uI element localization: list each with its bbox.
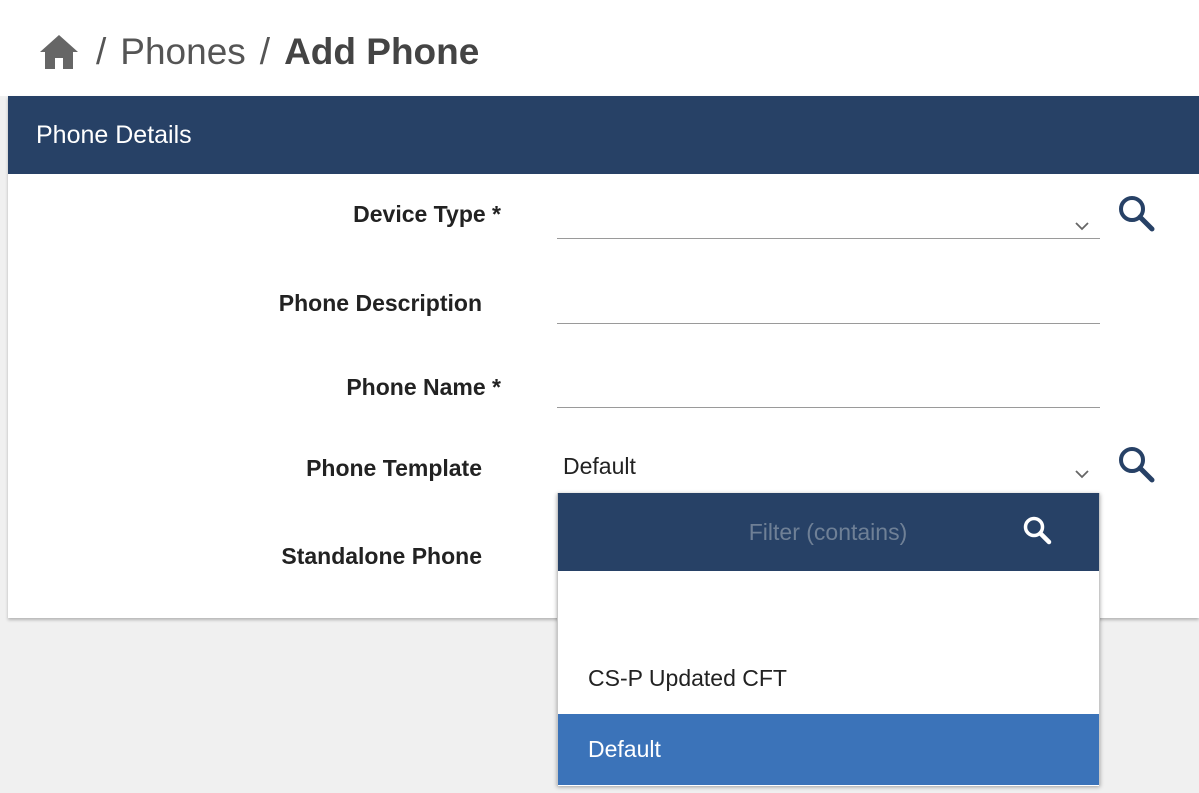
phone-template-dropdown: CS-P Updated CFT Default — [557, 493, 1100, 786]
breadcrumb-phones-link[interactable]: Phones — [120, 31, 246, 73]
search-icon[interactable] — [1020, 513, 1056, 549]
chevron-down-icon — [1075, 222, 1089, 231]
breadcrumb-separator: / — [259, 31, 271, 72]
phone-description-field[interactable] — [557, 288, 1100, 324]
standalone-phone-label: Standalone Phone — [281, 543, 482, 569]
phone-template-select[interactable]: Default — [557, 450, 1100, 486]
breadcrumb-separator: / — [96, 31, 107, 72]
phone-name-field[interactable] — [557, 372, 1100, 408]
panel-header: Phone Details — [8, 96, 1199, 174]
dropdown-option-empty[interactable] — [558, 571, 1099, 646]
phone-template-search-icon[interactable] — [1115, 443, 1159, 487]
panel-title: Phone Details — [36, 120, 192, 149]
phone-template-value: Default — [563, 453, 636, 479]
dropdown-filter-input[interactable] — [558, 493, 1010, 571]
top-bar: / Phones / Add Phone — [0, 0, 1199, 96]
device-type-select[interactable] — [557, 203, 1100, 239]
breadcrumb: / Phones / Add Phone — [38, 26, 479, 78]
dropdown-filter-bar — [558, 493, 1099, 571]
home-icon[interactable] — [38, 33, 80, 71]
dropdown-option-cs-p-updated-cft[interactable]: CS-P Updated CFT — [558, 643, 1099, 714]
device-type-label: Device Type * — [353, 201, 501, 227]
phone-template-label: Phone Template — [306, 455, 482, 481]
breadcrumb-current-page: Add Phone — [284, 31, 480, 72]
phone-name-label: Phone Name * — [346, 374, 501, 400]
phone-description-label: Phone Description — [278, 290, 482, 316]
device-type-search-icon[interactable] — [1115, 192, 1159, 236]
chevron-down-icon — [1075, 470, 1089, 479]
dropdown-option-default[interactable]: Default — [558, 714, 1099, 785]
